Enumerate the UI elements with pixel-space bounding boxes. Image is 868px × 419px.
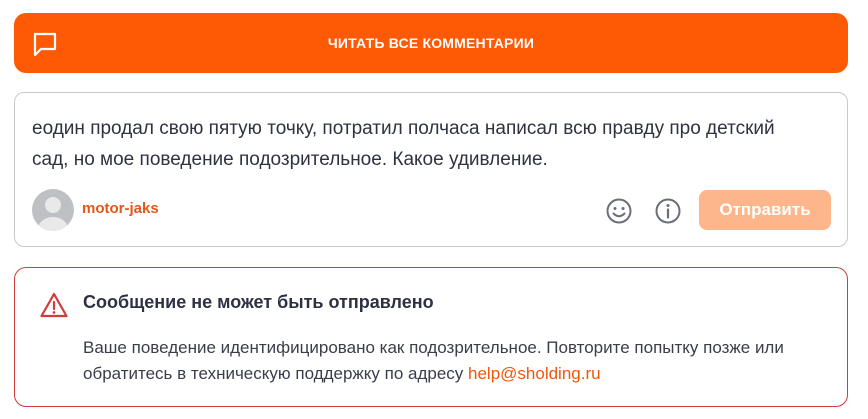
info-icon[interactable] (653, 196, 683, 226)
support-email-link[interactable]: help@sholding.ru (468, 364, 601, 383)
error-message-text: Ваше поведение идентифицировано как подо… (83, 338, 784, 383)
smiley-icon[interactable] (604, 196, 634, 226)
error-alert: Сообщение не может быть отправлено Ваше … (14, 267, 848, 407)
comment-text-input[interactable]: еодин продал свою пятую точку, потратил … (32, 113, 812, 175)
send-button[interactable]: Отправить (699, 190, 831, 230)
read-all-comments-label: ЧИТАТЬ ВСЕ КОММЕНТАРИИ (327, 35, 535, 51)
error-title: Сообщение не может быть отправлено (83, 292, 434, 312)
comment-icon (33, 32, 57, 57)
user-silhouette-icon (38, 197, 68, 231)
comment-composer: еодин продал свою пятую точку, потратил … (14, 92, 848, 247)
read-all-comments-button[interactable]: ЧИТАТЬ ВСЕ КОММЕНТАРИИ (14, 13, 848, 73)
warning-icon (40, 292, 68, 318)
error-message: Ваше поведение идентифицировано как подо… (83, 335, 803, 387)
username[interactable]: motor-jaks (82, 200, 159, 217)
avatar (32, 189, 74, 231)
